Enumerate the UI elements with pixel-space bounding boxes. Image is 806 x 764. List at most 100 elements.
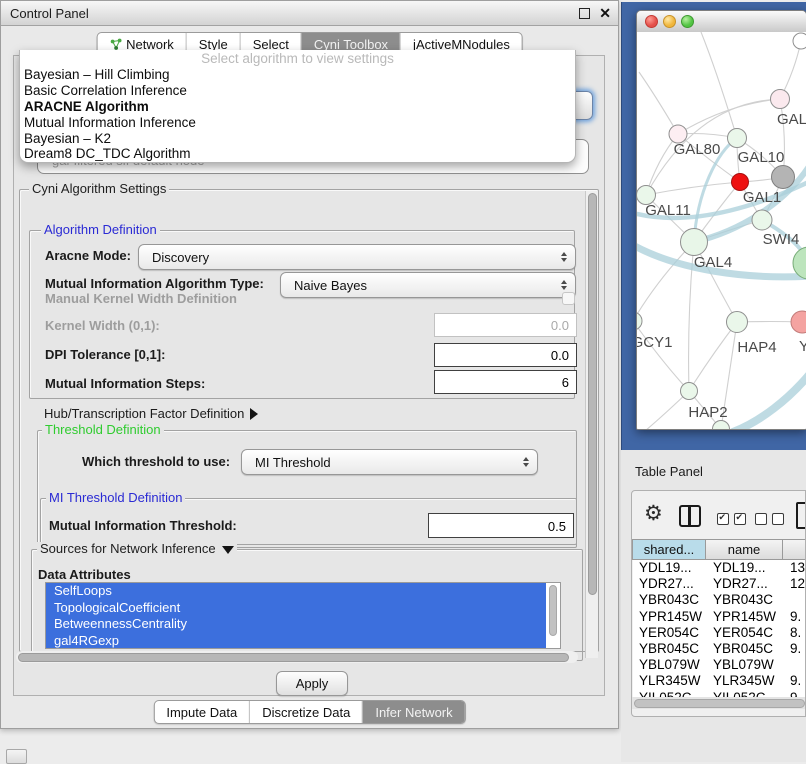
close-traffic-light-icon[interactable] bbox=[645, 15, 658, 28]
table-row[interactable]: YPR145WYPR145W9. bbox=[633, 609, 806, 625]
algorithm-option-aracne-algorithm[interactable]: ARACNE Algorithm bbox=[20, 99, 575, 115]
table-panel-box: ⚙ shared...name YDL19...YDL19...13YDR27.… bbox=[631, 490, 806, 717]
aracne-mode-select[interactable]: Discovery bbox=[138, 244, 576, 270]
algorithm-option-bayesian-k2[interactable]: Bayesian – K2 bbox=[20, 131, 575, 147]
which-threshold-select[interactable]: MI Threshold bbox=[241, 449, 538, 475]
node-label: GAL1 bbox=[743, 189, 781, 206]
mi-threshold-input[interactable]: 0.5 bbox=[428, 513, 574, 538]
table-file-icon[interactable] bbox=[796, 502, 806, 529]
float-window-icon[interactable] bbox=[579, 8, 590, 19]
mi-steps-input[interactable]: 6 bbox=[434, 370, 577, 394]
node-label: GAL80 bbox=[674, 141, 721, 158]
table-cell bbox=[784, 657, 806, 673]
network-node-hap2[interactable] bbox=[681, 383, 698, 400]
table-row[interactable]: YLR345WYLR345W9. bbox=[633, 673, 806, 689]
deselect-all-checkbox-icon[interactable] bbox=[755, 513, 784, 525]
table-row[interactable]: YDL19...YDL19...13 bbox=[633, 560, 806, 576]
network-edge[interactable] bbox=[646, 182, 740, 195]
select-all-checkbox-icon[interactable] bbox=[717, 513, 746, 525]
tab-infer-network[interactable]: Infer Network bbox=[362, 701, 464, 723]
control-panel-titlebar[interactable]: Control Panel ✕ bbox=[1, 1, 618, 26]
network-edge[interactable] bbox=[678, 99, 780, 134]
table-cell: YDR27... bbox=[707, 576, 784, 592]
manual-kernel-checkbox[interactable] bbox=[562, 292, 575, 305]
table-cell: YLR345W bbox=[633, 673, 707, 689]
network-canvas[interactable]: GALGAL80GAL10GAL1SWI4GAL11GAL4GCY1HAP4YH… bbox=[637, 32, 806, 430]
hub-definition-toggle[interactable]: Hub/Transcription Factor Definition bbox=[44, 406, 258, 421]
control-panel-window: Control Panel ✕ NetworkStyleSelectCyni T… bbox=[0, 0, 619, 729]
attribute-item-selfloops[interactable]: SelfLoops bbox=[46, 583, 546, 600]
table-horizontal-scrollbar[interactable] bbox=[632, 697, 806, 709]
table-cell: YER054C bbox=[707, 625, 784, 641]
algorithm-option-mutual-information-inference[interactable]: Mutual Information Inference bbox=[20, 115, 575, 131]
tab-discretize-data[interactable]: Discretize Data bbox=[249, 701, 362, 723]
dpi-tolerance-label: DPI Tolerance [0,1]: bbox=[45, 347, 165, 362]
data-attributes-label: Data Attributes bbox=[38, 567, 131, 582]
network-node-gal4[interactable] bbox=[681, 229, 708, 256]
attribute-item-gal4rgexp[interactable]: gal4RGexp bbox=[46, 633, 546, 649]
algorithm-option-basic-correlation-inference[interactable]: Basic Correlation Inference bbox=[20, 83, 575, 99]
algorithm-option-bayesian-hill-climbing[interactable]: Bayesian – Hill Climbing bbox=[20, 67, 575, 83]
network-edge[interactable] bbox=[637, 321, 689, 391]
table-cell: YBL079W bbox=[633, 657, 707, 673]
cyni-bottom-tab-bar: Impute DataDiscretize DataInfer Network bbox=[153, 700, 465, 724]
tab-impute-data[interactable]: Impute Data bbox=[154, 701, 249, 723]
kernel-width-input[interactable]: 0.0 bbox=[434, 313, 577, 337]
table-row[interactable]: YDR27...YDR27...12 bbox=[633, 576, 806, 592]
table-cell: 9. bbox=[784, 641, 806, 657]
network-edge[interactable] bbox=[701, 32, 737, 138]
mi-steps-label: Mutual Information Steps: bbox=[45, 376, 205, 391]
table-header: shared...name bbox=[632, 539, 806, 560]
table-row[interactable]: YER054CYER054C8. bbox=[633, 625, 806, 641]
close-icon[interactable]: ✕ bbox=[599, 6, 611, 20]
column-header-shared[interactable]: shared... bbox=[632, 539, 706, 560]
table-scrollbar-thumb[interactable] bbox=[634, 699, 805, 708]
zoom-traffic-light-icon[interactable] bbox=[681, 15, 694, 28]
network-node-gcy1[interactable] bbox=[637, 312, 642, 330]
network-node[interactable] bbox=[772, 166, 795, 189]
apply-button[interactable]: Apply bbox=[276, 671, 348, 696]
list-scrollbar-thumb[interactable] bbox=[549, 585, 557, 636]
table-cell: YPR145W bbox=[707, 609, 784, 625]
network-edge[interactable] bbox=[689, 322, 737, 391]
algorithm-option-dream8-dc-tdc-algorithm[interactable]: Dream8 DC_TDC Algorithm bbox=[20, 146, 575, 162]
horizontal-scrollbar-thumb[interactable] bbox=[18, 653, 569, 662]
data-attributes-list[interactable]: SelfLoopsTopologicalCoefficientBetweenne… bbox=[45, 582, 561, 649]
minimize-traffic-light-icon[interactable] bbox=[663, 15, 676, 28]
network-window-titlebar[interactable] bbox=[637, 11, 806, 33]
sources-group-title[interactable]: Sources for Network Inference bbox=[37, 542, 237, 556]
network-node-y[interactable] bbox=[791, 311, 806, 333]
attribute-item-topologicalcoefficient[interactable]: TopologicalCoefficient bbox=[46, 600, 546, 617]
stepper-icon bbox=[555, 251, 573, 263]
attribute-item-betweennesscentrality[interactable]: BetweennessCentrality bbox=[46, 616, 546, 633]
network-window[interactable]: GALGAL80GAL10GAL1SWI4GAL11GAL4GCY1HAP4YH… bbox=[636, 10, 806, 430]
table-row[interactable]: YBR043CYBR043C bbox=[633, 592, 806, 608]
network-node-swi4[interactable] bbox=[752, 210, 772, 230]
panel-title: Control Panel bbox=[10, 6, 89, 21]
stepper-icon bbox=[517, 456, 535, 468]
network-node[interactable] bbox=[793, 33, 806, 49]
network-node-gal1[interactable] bbox=[732, 174, 749, 191]
column-header-2[interactable] bbox=[783, 539, 806, 560]
column-header-name[interactable]: name bbox=[706, 539, 783, 560]
table-row[interactable]: YBL079WYBL079W bbox=[633, 657, 806, 673]
dropdown-placeholder: Select algorithm to view settings bbox=[20, 50, 575, 67]
mi-algorithm-type-select[interactable]: Naive Bayes bbox=[280, 272, 576, 298]
vertical-scrollbar-thumb[interactable] bbox=[588, 193, 597, 595]
settings-vertical-scrollbar[interactable] bbox=[585, 191, 598, 658]
node-label: SWI4 bbox=[763, 231, 800, 248]
dpi-tolerance-input[interactable]: 0.0 bbox=[434, 343, 577, 367]
column-layout-icon[interactable] bbox=[679, 505, 701, 527]
table-cell: YBL079W bbox=[707, 657, 784, 673]
table-row[interactable]: YBR045CYBR045C9. bbox=[633, 641, 806, 657]
kernel-width-label: Kernel Width (0,1): bbox=[45, 318, 160, 333]
table-cell: YPR145W bbox=[633, 609, 707, 625]
network-edge[interactable] bbox=[639, 72, 678, 134]
network-node-gal[interactable] bbox=[771, 90, 790, 109]
network-node-hap4[interactable] bbox=[727, 312, 748, 333]
settings-horizontal-scrollbar[interactable] bbox=[16, 651, 578, 663]
settings-gear-icon[interactable]: ⚙ bbox=[644, 503, 663, 524]
table-panel-section: Table Panel ⚙ shared...name YDL19...YDL1… bbox=[621, 450, 806, 762]
network-edge-thick[interactable] bbox=[733, 370, 806, 430]
network-node-gal10[interactable] bbox=[728, 129, 747, 148]
